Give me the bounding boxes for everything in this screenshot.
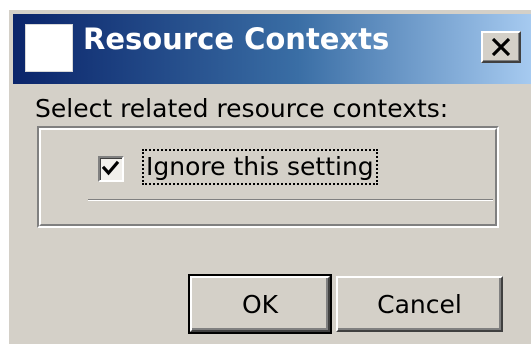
blank-document-icon bbox=[25, 24, 73, 72]
ignore-setting-label[interactable]: Ignore this setting bbox=[142, 149, 378, 185]
prompt-label: Select related resource contexts: bbox=[35, 94, 449, 123]
checkmark-icon bbox=[102, 160, 120, 176]
window-title: Resource Contexts bbox=[83, 22, 390, 56]
close-x-icon bbox=[491, 38, 511, 56]
cancel-button[interactable]: Cancel bbox=[336, 276, 503, 332]
divider bbox=[88, 199, 493, 201]
title-bar[interactable]: Resource Contexts bbox=[13, 14, 531, 84]
close-button[interactable] bbox=[481, 31, 521, 63]
ignore-setting-checkbox[interactable] bbox=[98, 156, 124, 182]
ok-button[interactable]: OK bbox=[188, 274, 332, 334]
